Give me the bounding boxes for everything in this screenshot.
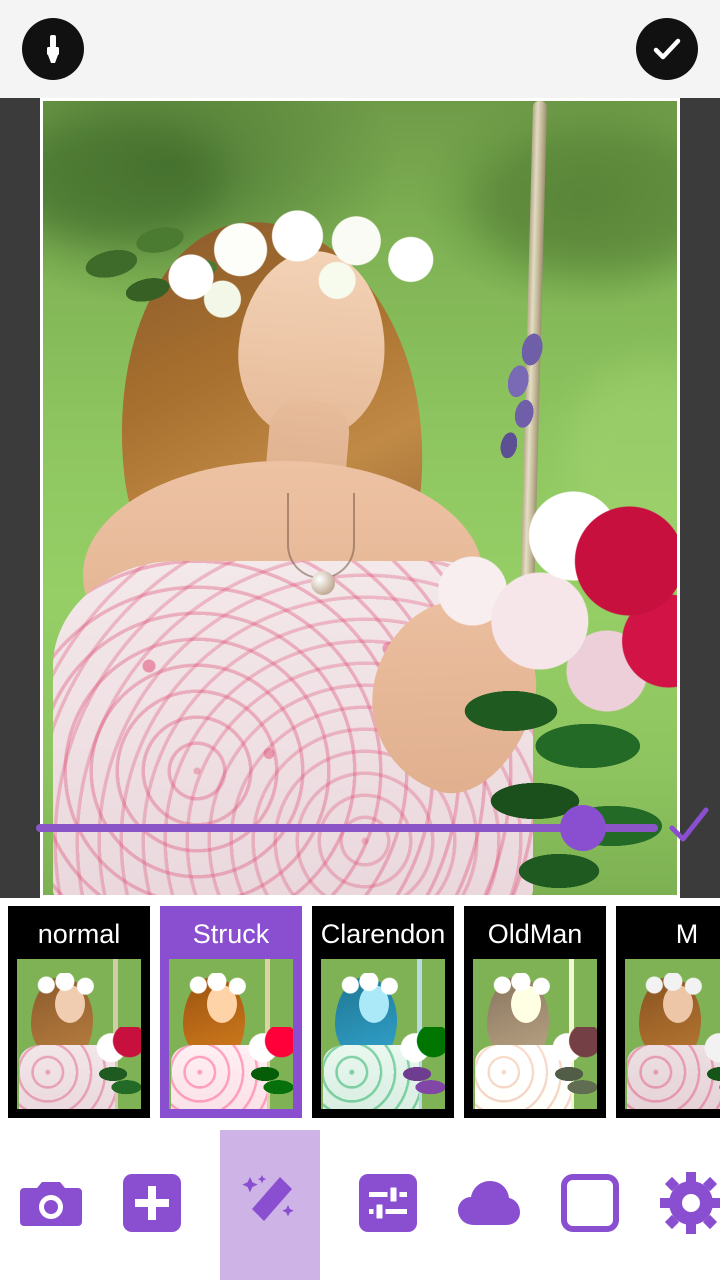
- apply-effect-button[interactable]: [664, 804, 712, 852]
- confirm-button[interactable]: [636, 18, 698, 80]
- add-button[interactable]: [119, 1172, 185, 1238]
- filter-item-clarendon[interactable]: Clarendon: [312, 906, 454, 1118]
- lavender-sprig: [466, 325, 570, 507]
- brush-button[interactable]: [22, 18, 84, 80]
- adjust-sliders-icon: [359, 1173, 417, 1237]
- filter-thumbnail: [473, 959, 597, 1109]
- effects-button[interactable]: [220, 1130, 320, 1280]
- filter-item-struck[interactable]: Struck: [160, 906, 302, 1118]
- adjust-button[interactable]: [355, 1172, 421, 1238]
- add-icon: [123, 1173, 181, 1237]
- filter-item-oldman[interactable]: OldMan: [464, 906, 606, 1118]
- filter-label: normal: [37, 919, 121, 949]
- settings-button[interactable]: [658, 1171, 720, 1239]
- intensity-slider-row: [0, 798, 720, 858]
- filter-thumbnail: [321, 959, 445, 1109]
- brush-icon: [36, 32, 70, 66]
- check-icon: [666, 804, 710, 853]
- square-frame-icon: [561, 1173, 619, 1237]
- filter-thumbnail: [17, 959, 141, 1109]
- filter-label: Struck: [192, 919, 270, 949]
- filter-thumbnail: [169, 959, 293, 1109]
- edited-photo: [43, 101, 677, 895]
- filter-strip[interactable]: normal Struck Clarendon OldMan M: [0, 898, 720, 1130]
- slider-knob[interactable]: [560, 805, 607, 851]
- frame-button[interactable]: [557, 1172, 623, 1238]
- check-icon: [649, 31, 685, 67]
- camera-icon: [20, 1176, 82, 1235]
- filter-thumbnail: [625, 959, 720, 1109]
- image-canvas[interactable]: [0, 98, 720, 898]
- overlay-button[interactable]: [456, 1172, 522, 1238]
- bokeh-shape: [473, 131, 677, 271]
- filter-label: Clarendon: [320, 919, 446, 949]
- filter-label: OldMan: [487, 919, 583, 949]
- necklace: [287, 493, 355, 579]
- top-bar: [0, 0, 720, 98]
- pendant: [311, 571, 335, 595]
- photo-editor-app: normal Struck Clarendon OldMan M: [0, 0, 720, 1280]
- camera-button[interactable]: [18, 1172, 84, 1238]
- intensity-slider[interactable]: [36, 805, 658, 851]
- photo-frame: [40, 98, 680, 898]
- bottom-toolbar: [0, 1130, 720, 1280]
- filter-label: M: [675, 919, 699, 949]
- gear-icon: [660, 1171, 720, 1239]
- filter-item-m[interactable]: M: [616, 906, 720, 1118]
- bouquet-flowers: [411, 491, 677, 741]
- magic-wand-icon: [240, 1171, 300, 1240]
- cloud-icon: [458, 1179, 520, 1232]
- filter-item-normal[interactable]: normal: [8, 906, 150, 1118]
